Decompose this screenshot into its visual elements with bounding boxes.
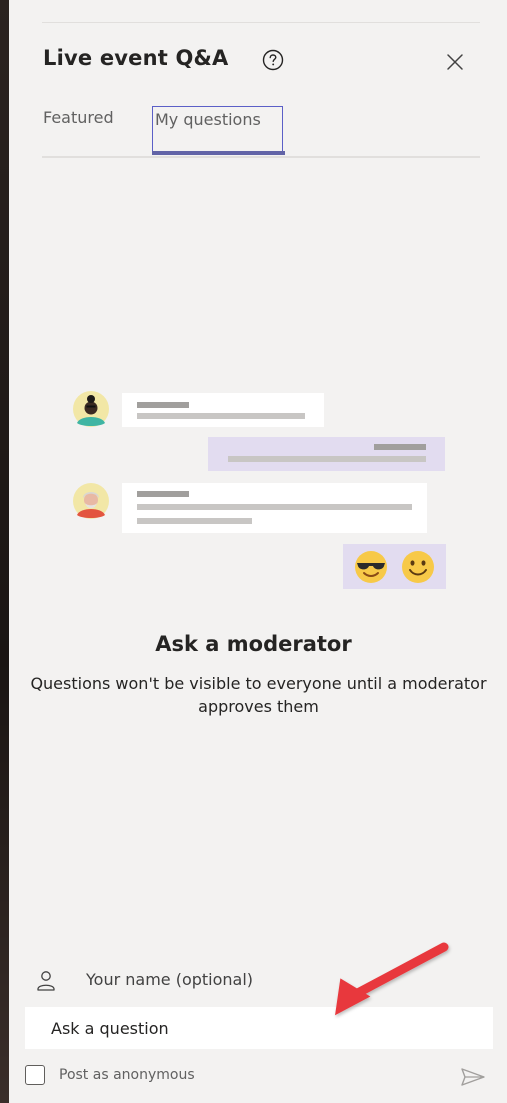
- anonymous-label: Post as anonymous: [59, 1067, 195, 1083]
- sunglasses-emoji-icon: [355, 551, 387, 583]
- window-edge: [0, 0, 9, 1103]
- woman-avatar-icon: [73, 391, 109, 427]
- smile-emoji-icon: [402, 551, 434, 583]
- close-icon[interactable]: [442, 49, 468, 75]
- anonymous-checkbox[interactable]: [25, 1065, 45, 1085]
- selected-tab-indicator: [152, 151, 285, 155]
- tab-featured[interactable]: Featured: [43, 108, 114, 127]
- qa-panel: Live event Q&A Featured My questions Ask…: [0, 0, 507, 1103]
- person-icon: [37, 971, 55, 991]
- message-bubble: [122, 393, 324, 427]
- elder-avatar-icon: [73, 483, 109, 519]
- send-icon[interactable]: [460, 1066, 486, 1088]
- annotation-arrow-icon: [335, 942, 449, 1016]
- panel-title: Live event Q&A: [43, 46, 229, 70]
- tab-divider: [42, 156, 480, 158]
- message-bubble: [122, 483, 427, 533]
- emoji-reply-bubble: [343, 544, 446, 589]
- tab-my-questions[interactable]: My questions: [152, 106, 283, 152]
- help-circle-icon[interactable]: [262, 49, 284, 71]
- empty-state-heading: Ask a moderator: [155, 632, 352, 656]
- empty-state-description: Questions won't be visible to everyone u…: [30, 674, 487, 716]
- top-divider: [42, 22, 480, 23]
- own-message-bubble: [208, 437, 445, 471]
